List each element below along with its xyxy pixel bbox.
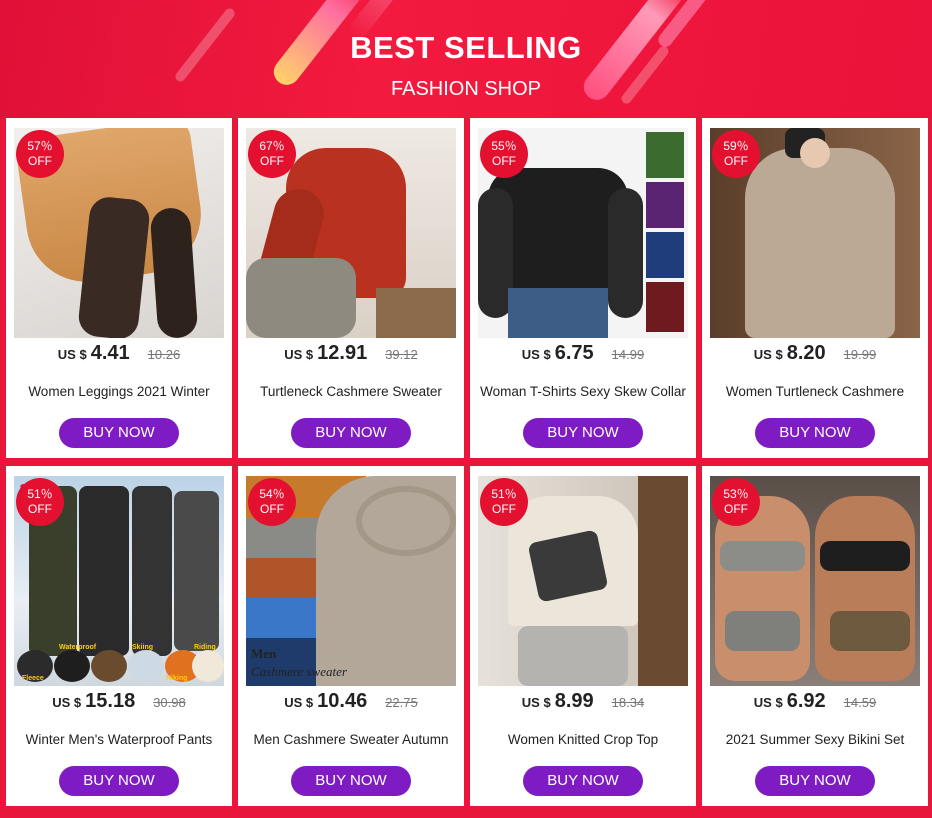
price-row: US $8.99 18.34 [470, 690, 696, 713]
image-text: Skiing [132, 644, 154, 651]
discount-badge: 54％ OFF [248, 478, 296, 526]
product-image[interactable]: 57％ OFF [14, 128, 224, 338]
product-card[interactable]: 53％ OFF US $6.92 14.59 2021 Summer Sexy B… [702, 466, 928, 806]
currency-label: US $ [284, 347, 314, 362]
product-image[interactable]: 55％ OFF [478, 128, 688, 338]
product-image[interactable]: Men Cashmere sweater 54％ OFF [246, 476, 456, 686]
buy-now-button[interactable]: BUY NOW [755, 418, 875, 448]
buy-now-button[interactable]: BUY NOW [755, 766, 875, 796]
discount-off-label: OFF [28, 502, 52, 516]
discount-off-label: OFF [724, 154, 748, 168]
buy-now-button[interactable]: BUY NOW [523, 766, 643, 796]
sale-price: 6.92 [786, 690, 826, 712]
original-price: 14.99 [611, 347, 645, 362]
price-row: US $12.91 39.12 [238, 342, 464, 365]
buy-now-button[interactable]: BUY NOW [523, 418, 643, 448]
currency-label: US $ [57, 347, 87, 362]
sale-price: 4.41 [90, 342, 130, 364]
sale-price: 8.99 [554, 690, 594, 712]
sale-price: 6.75 [554, 342, 594, 364]
discount-off-label: OFF [260, 154, 284, 168]
product-card[interactable]: Men Cashmere sweater 54％ OFF US $10.46 22… [238, 466, 464, 806]
image-text: Fleece [22, 675, 44, 682]
discount-off-label: OFF [260, 502, 284, 516]
buy-now-button[interactable]: BUY NOW [59, 766, 179, 796]
original-price: 14.59 [843, 695, 877, 710]
product-image[interactable]: 53％ OFF [710, 476, 920, 686]
image-text: Riding [194, 644, 216, 651]
banner-subtitle: FASHION SHOP [390, 78, 542, 100]
sale-price: 12.91 [317, 342, 368, 364]
price-row: US $6.92 14.59 [702, 690, 928, 713]
banner-title: BEST SELLING [350, 30, 582, 65]
discount-badge: 53％ OFF [712, 478, 760, 526]
buy-now-button[interactable]: BUY NOW [59, 418, 179, 448]
discount-percent: 67％ [259, 139, 285, 153]
product-card[interactable]: 59％ OFF US $8.20 19.99 Women Turtleneck C… [702, 118, 928, 458]
product-name[interactable]: 2021 Summer Sexy Bikini Set [704, 732, 926, 747]
original-price: 22.75 [385, 695, 418, 710]
price-row: US $15.18 30.98 [6, 690, 232, 713]
currency-label: US $ [521, 347, 551, 362]
image-text: Hiking [166, 675, 188, 682]
image-text: Men [251, 646, 277, 661]
product-name[interactable]: Woman T-Shirts Sexy Skew Collar [472, 384, 694, 399]
product-name[interactable]: Women Leggings 2021 Winter [8, 384, 230, 399]
discount-percent: 59％ [723, 139, 749, 153]
original-price: 10.26 [147, 347, 181, 362]
discount-percent: 51％ [27, 487, 53, 501]
original-price: 18.34 [611, 695, 645, 710]
currency-label: US $ [52, 695, 82, 710]
discount-badge: 67％ OFF [248, 130, 296, 178]
currency-label: US $ [753, 695, 783, 710]
currency-label: US $ [521, 695, 551, 710]
banner: BEST SELLING FASHION SHOP [0, 0, 932, 118]
original-price: 39.12 [385, 347, 418, 362]
discount-off-label: OFF [28, 154, 52, 168]
original-price: 19.99 [843, 347, 877, 362]
discount-badge: 51％ OFF [16, 478, 64, 526]
image-text: Waterproof [59, 644, 97, 651]
product-name[interactable]: Turtleneck Cashmere Sweater [240, 384, 462, 399]
sale-price: 8.20 [786, 342, 826, 364]
discount-badge: 57％ OFF [16, 130, 64, 178]
product-card[interactable]: 55％ OFF US $6.75 14.99 Woman T-Shirts Sex… [470, 118, 696, 458]
discount-percent: 57％ [27, 139, 53, 153]
discount-percent: 55％ [491, 139, 517, 153]
discount-off-label: OFF [492, 154, 516, 168]
product-card[interactable]: 57％ OFF US $4.41 10.26 Women Leggings 202… [6, 118, 232, 458]
image-text: Cashmere sweater [251, 664, 347, 679]
discount-badge: 55％ OFF [480, 130, 528, 178]
product-image[interactable]: 59％ OFF [710, 128, 920, 338]
discount-percent: 53％ [723, 487, 749, 501]
price-row: US $8.20 19.99 [702, 342, 928, 365]
buy-now-button[interactable]: BUY NOW [291, 418, 411, 448]
original-price: 30.98 [153, 695, 186, 710]
product-card[interactable]: 51％ OFF US $8.99 18.34 Women Knitted Crop… [470, 466, 696, 806]
product-name[interactable]: Winter Men's Waterproof Pants [8, 732, 230, 747]
product-card[interactable]: 67％ OFF US $12.91 39.12 Turtleneck Cashme… [238, 118, 464, 458]
product-name[interactable]: Women Turtleneck Cashmere [704, 384, 926, 399]
price-row: US $10.46 22.75 [238, 690, 464, 713]
product-image[interactable]: 67％ OFF [246, 128, 456, 338]
product-image[interactable]: S-5XL Waterproof Skiing Riding Fleece Hi… [14, 476, 224, 686]
discount-off-label: OFF [492, 502, 516, 516]
currency-label: US $ [753, 347, 783, 362]
discount-percent: 54％ [259, 487, 285, 501]
price-row: US $6.75 14.99 [470, 342, 696, 365]
product-image[interactable]: 51％ OFF [478, 476, 688, 686]
discount-percent: 51％ [491, 487, 517, 501]
buy-now-button[interactable]: BUY NOW [291, 766, 411, 796]
discount-badge: 59％ OFF [712, 130, 760, 178]
sale-price: 15.18 [85, 690, 136, 712]
currency-label: US $ [284, 695, 314, 710]
product-name[interactable]: Men Cashmere Sweater Autumn [240, 732, 462, 747]
price-row: US $4.41 10.26 [6, 342, 232, 365]
discount-badge: 51％ OFF [480, 478, 528, 526]
product-name[interactable]: Women Knitted Crop Top [472, 732, 694, 747]
product-card[interactable]: S-5XL Waterproof Skiing Riding Fleece Hi… [6, 466, 232, 806]
discount-off-label: OFF [724, 502, 748, 516]
sale-price: 10.46 [317, 690, 368, 712]
